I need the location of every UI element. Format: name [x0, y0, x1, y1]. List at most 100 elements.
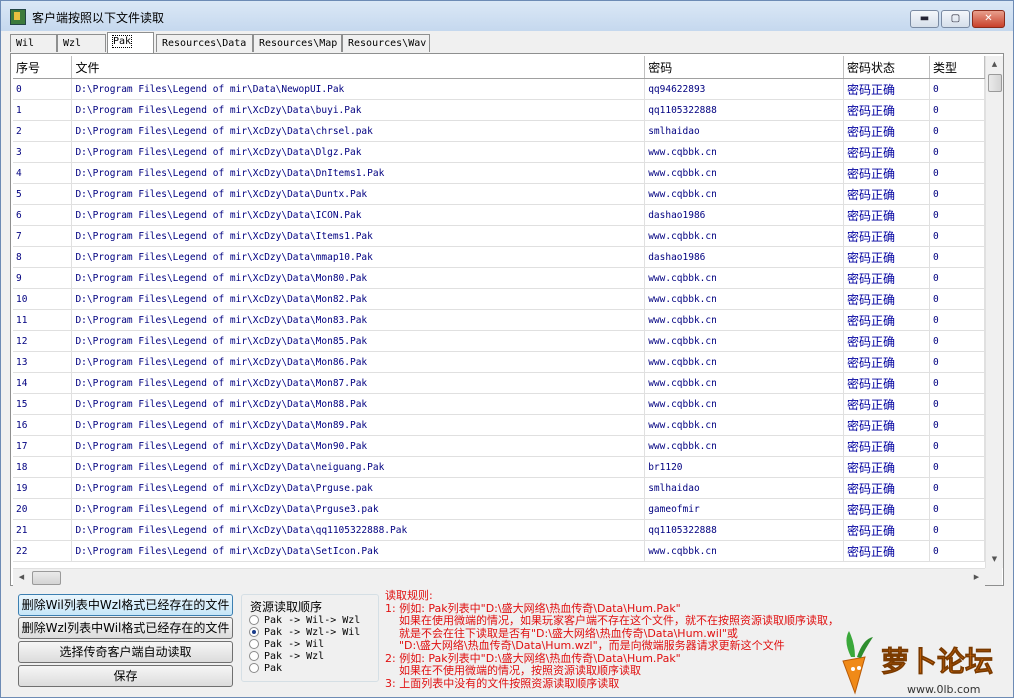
cell-type: 0: [929, 351, 985, 373]
cell-password-status: 密码正确: [843, 540, 930, 562]
tab-pak[interactable]: Pak: [107, 32, 154, 53]
table-row[interactable]: 21 D:\Program Files\Legend of mir\XcDzy\D…: [13, 519, 985, 541]
cell-index: 8: [13, 246, 73, 268]
table-row[interactable]: 20 D:\Program Files\Legend of mir\XcDzy\D…: [13, 498, 985, 520]
cell-password: dashao1986: [644, 204, 845, 226]
column-header-password-status[interactable]: 密码状态: [843, 56, 930, 79]
table-row[interactable]: 0 D:\Program Files\Legend of mir\Data\New…: [13, 78, 985, 100]
horizontal-scroll-thumb[interactable]: [32, 571, 61, 585]
table-row[interactable]: 4 D:\Program Files\Legend of mir\XcDzy\Da…: [13, 162, 985, 184]
cell-file: D:\Program Files\Legend of mir\XcDzy\Dat…: [71, 246, 646, 268]
table-row[interactable]: 9 D:\Program Files\Legend of mir\XcDzy\Da…: [13, 267, 985, 289]
table-row[interactable]: 10 D:\Program Files\Legend of mir\XcDzy\D…: [13, 288, 985, 310]
radio-unchecked-icon[interactable]: [249, 615, 259, 625]
table-row[interactable]: 17 D:\Program Files\Legend of mir\XcDzy\D…: [13, 435, 985, 457]
table-row[interactable]: 7 D:\Program Files\Legend of mir\XcDzy\Da…: [13, 225, 985, 247]
maximize-button[interactable]: ▢: [941, 10, 970, 28]
vertical-scroll-thumb[interactable]: [988, 74, 1002, 92]
scroll-right-icon[interactable]: ▶: [968, 569, 985, 586]
cell-file: D:\Program Files\Legend of mir\XcDzy\Dat…: [71, 351, 646, 373]
table-row[interactable]: 22 D:\Program Files\Legend of mir\XcDzy\D…: [13, 540, 985, 562]
file-list-grid[interactable]: 序号 文件 密码 密码状态 类型 0 D:\Program Files\Legen…: [13, 56, 985, 568]
column-header-index[interactable]: 序号: [13, 56, 73, 79]
horizontal-scrollbar[interactable]: ◀ ▶: [13, 568, 985, 586]
cell-password: dashao1986: [644, 246, 845, 268]
cell-index: 0: [13, 78, 73, 100]
radio-unchecked-icon[interactable]: [249, 663, 259, 673]
scroll-left-icon[interactable]: ◀: [13, 569, 30, 586]
cell-type: 0: [929, 141, 985, 163]
cell-index: 5: [13, 183, 73, 205]
table-row[interactable]: 13 D:\Program Files\Legend of mir\XcDzy\D…: [13, 351, 985, 373]
close-button[interactable]: ✕: [972, 10, 1005, 28]
cell-file: D:\Program Files\Legend of mir\XcDzy\Dat…: [71, 120, 646, 142]
cell-type: 0: [929, 498, 985, 520]
delete-wzl-duplicates-button[interactable]: 删除Wzl列表中Wil格式已经存在的文件: [18, 617, 233, 639]
cell-type: 0: [929, 78, 985, 100]
table-row[interactable]: 3 D:\Program Files\Legend of mir\XcDzy\Da…: [13, 141, 985, 163]
cell-index: 10: [13, 288, 73, 310]
cell-password-status: 密码正确: [843, 99, 930, 121]
table-row[interactable]: 16 D:\Program Files\Legend of mir\XcDzy\D…: [13, 414, 985, 436]
table-row[interactable]: 5 D:\Program Files\Legend of mir\XcDzy\Da…: [13, 183, 985, 205]
cell-password-status: 密码正确: [843, 204, 930, 226]
table-row[interactable]: 14 D:\Program Files\Legend of mir\XcDzy\D…: [13, 372, 985, 394]
cell-file: D:\Program Files\Legend of mir\XcDzy\Dat…: [71, 183, 646, 205]
cell-password: smlhaidao: [644, 477, 845, 499]
radio-unchecked-icon[interactable]: [249, 651, 259, 661]
read-order-radio-label: Pak -> Wzl-> Wil: [264, 627, 361, 638]
select-client-button[interactable]: 选择传奇客户端自动读取: [18, 641, 233, 663]
cell-password-status: 密码正确: [843, 309, 930, 331]
cell-password: www.cqbbk.cn: [644, 414, 845, 436]
cell-password-status: 密码正确: [843, 414, 930, 436]
cell-index: 12: [13, 330, 73, 352]
tab-wil[interactable]: Wil: [10, 34, 57, 52]
cell-password-status: 密码正确: [843, 456, 930, 478]
table-row[interactable]: 1 D:\Program Files\Legend of mir\XcDzy\Da…: [13, 99, 985, 121]
rule-line: 读取规则:: [385, 589, 433, 602]
table-row[interactable]: 15 D:\Program Files\Legend of mir\XcDzy\D…: [13, 393, 985, 415]
cell-type: 0: [929, 540, 985, 562]
tab-panel: 序号 文件 密码 密码状态 类型 0 D:\Program Files\Legen…: [10, 53, 1004, 586]
read-order-radio[interactable]: Pak: [249, 663, 282, 675]
column-header-password[interactable]: 密码: [644, 56, 845, 79]
title-bar[interactable]: 客户端按照以下文件读取 ▬ ▢ ✕: [1, 1, 1013, 31]
scroll-up-icon[interactable]: ▲: [986, 56, 1003, 73]
cell-type: 0: [929, 183, 985, 205]
table-row[interactable]: 19 D:\Program Files\Legend of mir\XcDzy\D…: [13, 477, 985, 499]
window-title: 客户端按照以下文件读取: [32, 11, 165, 25]
cell-file: D:\Program Files\Legend of mir\XcDzy\Dat…: [71, 204, 646, 226]
delete-wil-duplicates-button[interactable]: 删除Wil列表中Wzl格式已经存在的文件: [18, 594, 233, 616]
table-row[interactable]: 6 D:\Program Files\Legend of mir\XcDzy\Da…: [13, 204, 985, 226]
read-order-radio[interactable]: Pak -> Wil: [249, 639, 324, 651]
cell-password-status: 密码正确: [843, 519, 930, 541]
read-order-radio[interactable]: Pak -> Wzl-> Wil: [249, 627, 360, 639]
cell-index: 18: [13, 456, 73, 478]
table-row[interactable]: 2 D:\Program Files\Legend of mir\XcDzy\Da…: [13, 120, 985, 142]
save-button[interactable]: 保存: [18, 665, 233, 687]
tab-resources-data[interactable]: Resources\Data: [156, 34, 253, 52]
cell-file: D:\Program Files\Legend of mir\XcDzy\Dat…: [71, 162, 646, 184]
cell-password-status: 密码正确: [843, 498, 930, 520]
table-row[interactable]: 12 D:\Program Files\Legend of mir\XcDzy\D…: [13, 330, 985, 352]
read-order-radio[interactable]: Pak -> Wil-> Wzl: [249, 615, 360, 627]
column-header-file[interactable]: 文件: [71, 56, 646, 79]
cell-file: D:\Program Files\Legend of mir\XcDzy\Dat…: [71, 456, 646, 478]
cell-password: www.cqbbk.cn: [644, 351, 845, 373]
radio-unchecked-icon[interactable]: [249, 639, 259, 649]
table-row[interactable]: 11 D:\Program Files\Legend of mir\XcDzy\D…: [13, 309, 985, 331]
vertical-scrollbar[interactable]: ▲ ▼: [985, 56, 1003, 568]
scroll-down-icon[interactable]: ▼: [986, 551, 1003, 568]
tab-resources-map[interactable]: Resources\Map: [253, 34, 342, 52]
table-row[interactable]: 18 D:\Program Files\Legend of mir\XcDzy\D…: [13, 456, 985, 478]
table-row[interactable]: 8 D:\Program Files\Legend of mir\XcDzy\Da…: [13, 246, 985, 268]
minimize-button[interactable]: ▬: [910, 10, 939, 28]
tab-resources-wav[interactable]: Resources\Wav: [342, 34, 430, 52]
radio-checked-icon[interactable]: [249, 627, 259, 637]
cell-file: D:\Program Files\Legend of mir\XcDzy\Dat…: [71, 99, 646, 121]
cell-file: D:\Program Files\Legend of mir\XcDzy\Dat…: [71, 435, 646, 457]
tab-wzl[interactable]: Wzl: [57, 34, 106, 52]
column-header-type[interactable]: 类型: [929, 56, 985, 79]
cell-password: www.cqbbk.cn: [644, 183, 845, 205]
read-order-radio[interactable]: Pak -> Wzl: [249, 651, 324, 663]
